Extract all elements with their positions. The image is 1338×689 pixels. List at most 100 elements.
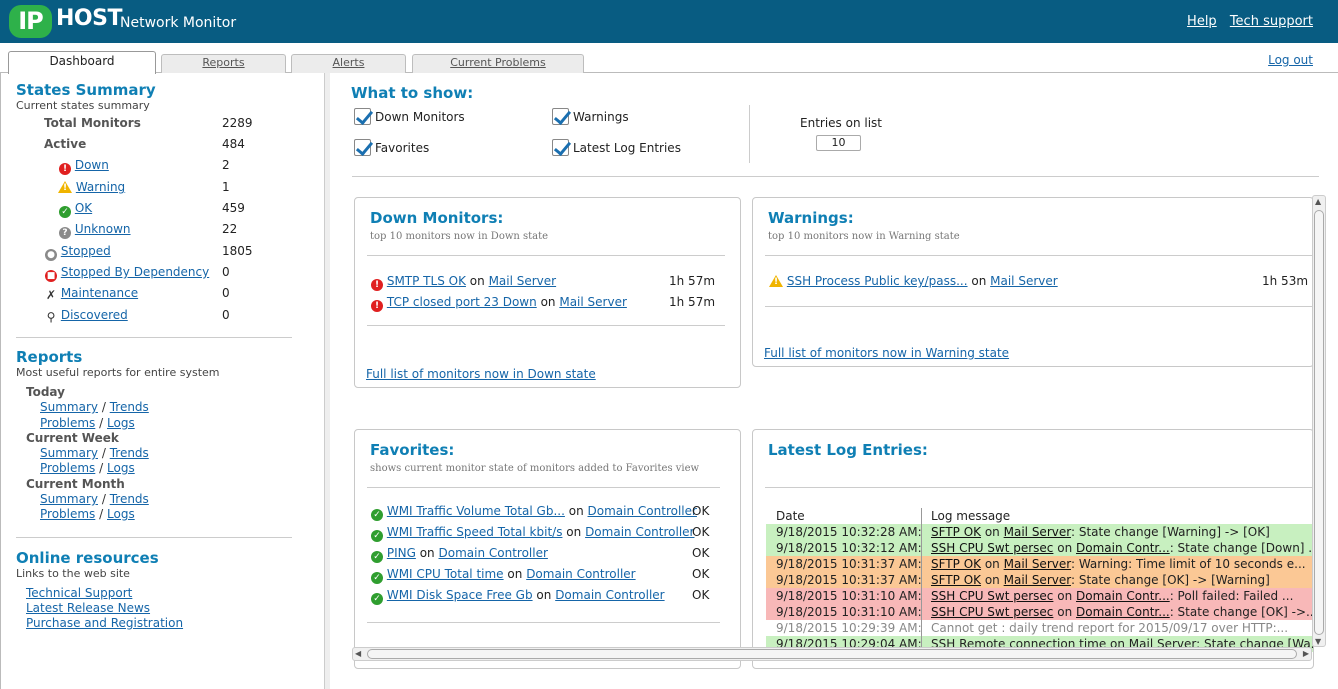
scroll-down-icon[interactable]: ▼	[1315, 637, 1321, 646]
host-link[interactable]: Mail Server	[1004, 557, 1071, 571]
down-monitor-row: ! SMTP TLS OK on Mail Server 1h 57m	[371, 273, 716, 291]
monitor-link[interactable]: SFTP OK	[931, 557, 981, 571]
monitor-link[interactable]: WMI Traffic Speed Total kbit/s	[387, 525, 563, 539]
month-problems-link[interactable]: Problems	[40, 507, 95, 521]
tools-icon: ✗	[45, 288, 57, 302]
divider	[367, 487, 720, 488]
scroll-up-icon[interactable]: ▲	[1315, 197, 1321, 206]
monitor-link[interactable]: SFTP OK	[931, 573, 981, 587]
month-summary-link[interactable]: Summary	[40, 492, 98, 506]
week-problems-link[interactable]: Problems	[40, 461, 95, 475]
host-link[interactable]: Domain Contr...	[1076, 589, 1170, 603]
favorite-row: ✓ PING on Domain Controller OK	[371, 545, 731, 563]
monitor-link[interactable]: SSH CPU Swt persec	[931, 589, 1053, 603]
host-link[interactable]: Mail Server	[489, 274, 557, 288]
horizontal-scrollbar[interactable]: ◀ ▶	[352, 647, 1312, 661]
what-to-show-title: What to show:	[351, 84, 474, 102]
monitor-link[interactable]: WMI CPU Total time	[387, 567, 504, 581]
stopped-icon: ●	[45, 249, 57, 261]
scroll-right-icon[interactable]: ▶	[1303, 649, 1309, 658]
state: OK	[692, 588, 710, 602]
monitor-link[interactable]: TCP closed port 23 Down	[387, 295, 537, 309]
today-summary-trends: Summary / Trends	[40, 400, 149, 414]
help-link[interactable]: Help	[1187, 14, 1217, 29]
tab-current-problems[interactable]: Current Problems	[412, 54, 584, 73]
purchase-registration-link[interactable]: Purchase and Registration	[26, 616, 183, 630]
separator: /	[99, 507, 104, 521]
unknown-link[interactable]: Unknown	[75, 222, 131, 236]
log-date: 9/18/2015 10:31:37 AM:	[776, 557, 922, 571]
warnings-checkbox[interactable]: Warnings	[552, 108, 629, 126]
host-link[interactable]: Mail Server	[559, 295, 627, 309]
monitor-link[interactable]: WMI Disk Space Free Gb	[387, 588, 533, 602]
host-link[interactable]: Mail Server	[1004, 525, 1071, 539]
date-column-header: Date	[776, 509, 805, 523]
latest-log-entries-checkbox[interactable]: Latest Log Entries	[552, 139, 681, 157]
divider	[352, 176, 1319, 177]
discovered-link[interactable]: Discovered	[61, 308, 128, 322]
ok-icon: ✓	[371, 551, 383, 563]
log-message: SFTP OK on Mail Server: State change [Wa…	[931, 524, 1270, 540]
monitor-link[interactable]: SSH Process Public key/pass...	[787, 274, 968, 288]
tab-alerts[interactable]: Alerts	[291, 54, 406, 73]
latest-release-news-link[interactable]: Latest Release News	[26, 601, 150, 615]
tab-bar: Dashboard Reports Alerts Current Problem…	[0, 43, 1338, 74]
monitor-link[interactable]: WMI Traffic Volume Total Gb...	[387, 504, 565, 518]
host-link[interactable]: Mail Server	[990, 274, 1058, 288]
horizontal-scroll-thumb[interactable]	[367, 649, 1297, 659]
scroll-left-icon[interactable]: ◀	[355, 649, 361, 658]
tab-dashboard[interactable]: Dashboard	[8, 51, 156, 74]
maintenance-link[interactable]: Maintenance	[61, 286, 138, 300]
on-text: on	[507, 567, 523, 581]
states-summary-title: States Summary	[16, 81, 156, 99]
monitor-link[interactable]: SSH CPU Swt persec	[931, 605, 1053, 619]
down-monitors-checkbox[interactable]: Down Monitors	[354, 108, 465, 126]
down-link[interactable]: Down	[75, 158, 109, 172]
stopped-link[interactable]: Stopped	[61, 244, 111, 258]
week-trends-link[interactable]: Trends	[110, 446, 149, 460]
host-link[interactable]: Mail Server	[1004, 573, 1071, 587]
stopped-dependency-link[interactable]: Stopped By Dependency	[61, 265, 209, 279]
top-bar: IP HOST Network Monitor Help Tech suppor…	[0, 0, 1338, 43]
warning-link[interactable]: Warning	[76, 180, 125, 194]
favorites-checkbox[interactable]: Favorites	[354, 139, 429, 157]
host-link[interactable]: Domain Controller	[585, 525, 694, 539]
log-message: Cannot get : daily trend report for 2015…	[931, 621, 1289, 635]
logout-link[interactable]: Log out	[1268, 53, 1313, 67]
full-list-down-link[interactable]: Full list of monitors now in Down state	[366, 367, 596, 381]
tech-support-link[interactable]: Tech support	[1230, 14, 1313, 29]
today-summary-link[interactable]: Summary	[40, 400, 98, 414]
month-logs-link[interactable]: Logs	[107, 507, 135, 521]
host-link[interactable]: Domain Controller	[439, 546, 548, 560]
vertical-scrollbar[interactable]: ▲ ▼	[1312, 195, 1326, 647]
today-problems-link[interactable]: Problems	[40, 416, 95, 430]
today-logs-link[interactable]: Logs	[107, 416, 135, 430]
technical-support-link[interactable]: Technical Support	[26, 586, 132, 600]
on-text: on	[971, 274, 987, 288]
host-link[interactable]: Domain Contr...	[1076, 605, 1170, 619]
host-link[interactable]: Domain Controller	[555, 588, 664, 602]
full-list-warning-link[interactable]: Full list of monitors now in Warning sta…	[764, 346, 1009, 360]
logo-subtitle: Network Monitor	[120, 15, 237, 31]
ok-link[interactable]: OK	[75, 201, 92, 215]
week-summary-link[interactable]: Summary	[40, 446, 98, 460]
host-link[interactable]: Domain Controller	[588, 504, 697, 518]
down-icon: !	[371, 279, 383, 291]
monitor-link[interactable]: PING	[387, 546, 416, 560]
vertical-scroll-thumb[interactable]	[1314, 210, 1324, 635]
today-trends-link[interactable]: Trends	[110, 400, 149, 414]
on-text: on	[419, 546, 435, 560]
stopped-row: ● Stopped 1805	[1, 243, 301, 261]
month-trends-link[interactable]: Trends	[110, 492, 149, 506]
log-text: : Poll failed: Failed ...	[1169, 589, 1294, 603]
monitor-link[interactable]: SFTP OK	[931, 525, 981, 539]
tab-reports[interactable]: Reports	[161, 54, 286, 73]
monitor-link[interactable]: SSH CPU Swt persec	[931, 541, 1053, 555]
monitor-link[interactable]: SMTP TLS OK	[387, 274, 466, 288]
search-icon: ⚲	[46, 310, 56, 324]
host-link[interactable]: Domain Contr...	[1076, 541, 1170, 555]
week-logs-link[interactable]: Logs	[107, 461, 135, 475]
host-link[interactable]: Domain Controller	[526, 567, 635, 581]
entries-on-list-input[interactable]: 10	[816, 135, 861, 151]
column-separator	[921, 588, 922, 604]
